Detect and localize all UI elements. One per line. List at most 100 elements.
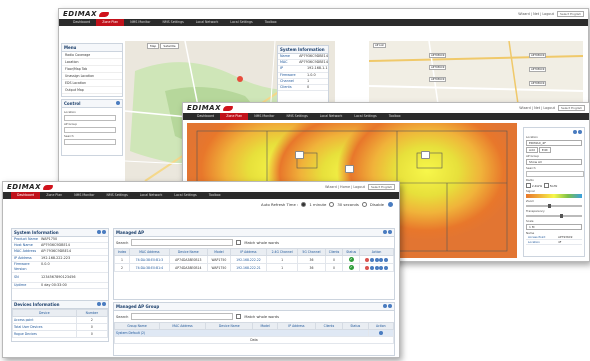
sidebar-item[interactable]: Radio Coverage xyxy=(62,52,122,59)
nav-local-network[interactable]: Local Network xyxy=(314,113,349,120)
edit-icon[interactable] xyxy=(369,257,374,262)
radio-2g[interactable] xyxy=(526,183,531,188)
edimax-logo: EDIMAX xyxy=(63,10,109,18)
nav-nms-settings[interactable]: NMS Settings xyxy=(157,19,190,26)
ap-marker[interactable] xyxy=(295,151,304,159)
refresh-icon[interactable] xyxy=(374,257,379,262)
ap-marker[interactable] xyxy=(421,151,430,159)
refresh-radio-30s[interactable] xyxy=(329,202,335,207)
upgrade-icon[interactable] xyxy=(383,265,388,270)
delete-icon[interactable] xyxy=(365,265,370,270)
zoom-slider[interactable] xyxy=(526,204,582,208)
nav-local-settings[interactable]: Local Settings xyxy=(224,19,258,26)
map-window-top-links[interactable]: Wizard | Net | Logout Select English xyxy=(518,11,584,17)
nav-local-network[interactable]: Local Network xyxy=(190,19,225,26)
sidebar-item[interactable]: Floor/Map Tab xyxy=(62,66,122,73)
ap-map-label[interactable]: AP7936C9 xyxy=(529,53,547,58)
nav-nms-monitor[interactable]: NMS Monitor xyxy=(68,192,100,199)
refresh-icon[interactable] xyxy=(97,302,101,306)
ap-list-label: AP List xyxy=(373,43,386,48)
ap-map-label[interactable]: AP7936C9 xyxy=(529,67,547,72)
ap-group-select[interactable]: Show All xyxy=(526,159,582,165)
map-tab-map[interactable]: Map xyxy=(147,43,160,49)
ap-map-label[interactable]: AP7936C9 xyxy=(429,53,447,58)
nav-nms-settings[interactable]: NMS Settings xyxy=(281,113,314,120)
nav-local-settings[interactable]: Local Settings xyxy=(348,113,382,120)
nav-toolbox[interactable]: Toolbox xyxy=(259,19,283,26)
ap-map-label[interactable]: AP7936C9 xyxy=(429,65,447,70)
scale-value: 1 M xyxy=(526,224,582,230)
managed-group-search-input[interactable] xyxy=(131,313,234,320)
location-select[interactable]: EDIMAX_4F xyxy=(526,140,582,146)
col-header: Clients xyxy=(324,248,344,256)
table-row: Total User Devices 0 xyxy=(12,323,109,331)
sidebar-item[interactable]: Output Map xyxy=(62,87,122,94)
match-whole-words-checkbox[interactable] xyxy=(236,240,242,245)
nav-nms-settings[interactable]: NMS Settings xyxy=(101,192,134,199)
refresh-icon[interactable] xyxy=(388,202,393,207)
sidebar-item[interactable]: Unassign Location xyxy=(62,73,122,80)
collapse-icon[interactable] xyxy=(388,230,392,234)
managed-ap-panel: Managed AP Search Match whole words Inde… xyxy=(113,228,395,300)
collapse-icon[interactable] xyxy=(102,230,106,234)
managed-ap-search-input[interactable] xyxy=(131,239,234,246)
add-button[interactable]: Add xyxy=(526,147,538,153)
settings-icon[interactable] xyxy=(116,101,120,105)
sys-row: SN 1234567890123456 xyxy=(12,273,108,284)
refresh-radio-1min[interactable] xyxy=(301,202,307,207)
nav-dashboard[interactable]: Dashboard xyxy=(191,113,220,120)
language-select[interactable]: Select English xyxy=(556,11,584,17)
info-icon[interactable] xyxy=(379,257,384,262)
nav-toolbox[interactable]: Toolbox xyxy=(203,192,227,199)
ap-map-label[interactable]: AP7936C9 xyxy=(529,81,547,86)
edit-button[interactable]: Edit xyxy=(538,147,551,153)
match-whole-words-checkbox[interactable] xyxy=(236,314,242,319)
ap-marker[interactable] xyxy=(345,165,354,173)
sidebar-item[interactable]: Location xyxy=(62,59,122,66)
edit-icon[interactable] xyxy=(378,331,383,335)
collapse-icon[interactable] xyxy=(388,304,392,308)
ap-location-map[interactable]: AP List AP7936C9 AP7936C9 AP7936C9 AP793… xyxy=(369,41,583,111)
info-row: Clients 0 xyxy=(278,85,328,92)
collapse-icon[interactable] xyxy=(102,302,106,306)
collapse-icon[interactable] xyxy=(578,130,582,134)
delete-icon[interactable] xyxy=(365,257,370,262)
nav-local-settings[interactable]: Local Settings xyxy=(168,192,202,199)
nav-nms-monitor[interactable]: NMS Monitor xyxy=(124,19,156,26)
table-row[interactable]: 1 74:DA:38:E0:B1:3 AP74DA38E0B13 WAP1750… xyxy=(113,255,394,264)
heatmap-top-links[interactable]: Wizard | Net | Logout Select English xyxy=(519,105,585,111)
dashboard-top-links[interactable]: Wizard | Home | Logout Select English xyxy=(325,184,395,190)
sidebar-item[interactable]: EDS Location xyxy=(62,80,122,87)
nav-nms-monitor[interactable]: NMS Monitor xyxy=(248,113,280,120)
sys-row: Firmware Version 0.0.0 xyxy=(12,262,108,274)
nav-dashboard[interactable]: Dashboard xyxy=(11,192,41,199)
nav-zone-plan[interactable]: Zone Plan xyxy=(40,192,68,199)
transparency-slider[interactable] xyxy=(526,214,582,218)
managed-ap-group-panel: Managed AP Group Search Match whole word… xyxy=(113,302,395,356)
nav-zone-plan[interactable]: Zone Plan xyxy=(96,19,125,26)
ap-map-svg xyxy=(369,41,583,111)
upgrade-icon[interactable] xyxy=(383,257,388,262)
table-row[interactable]: 2 74:DA:38:E0:B1:4 AP74DA38E0B14 WAP1750… xyxy=(113,263,394,272)
table-row[interactable]: System Default (2) xyxy=(114,329,395,337)
refresh-icon[interactable] xyxy=(97,230,101,234)
edit-icon[interactable] xyxy=(369,265,374,270)
nav-zone-plan[interactable]: Zone Plan xyxy=(220,113,249,120)
map-tab-satellite[interactable]: Satellite xyxy=(160,43,179,49)
nav-dashboard[interactable]: Dashboard xyxy=(67,19,96,26)
nav-toolbox[interactable]: Toolbox xyxy=(383,113,407,120)
ap-map-label[interactable]: AP7936C9 xyxy=(429,77,447,82)
refresh-icon[interactable] xyxy=(573,130,577,134)
radio-5g[interactable] xyxy=(543,183,549,188)
refresh-icon[interactable] xyxy=(374,265,379,270)
search-input[interactable] xyxy=(526,171,584,177)
scale-label: Scale xyxy=(526,219,534,223)
nav-local-network[interactable]: Local Network xyxy=(134,192,169,199)
info-icon[interactable] xyxy=(379,265,384,270)
managed-ap-search: Search Match whole words xyxy=(116,239,279,246)
language-select[interactable]: Select English xyxy=(367,184,395,190)
refresh-icon[interactable] xyxy=(383,304,387,308)
refresh-icon[interactable] xyxy=(383,230,387,234)
language-select[interactable]: Select English xyxy=(557,105,585,111)
refresh-radio-disable[interactable] xyxy=(361,202,367,207)
